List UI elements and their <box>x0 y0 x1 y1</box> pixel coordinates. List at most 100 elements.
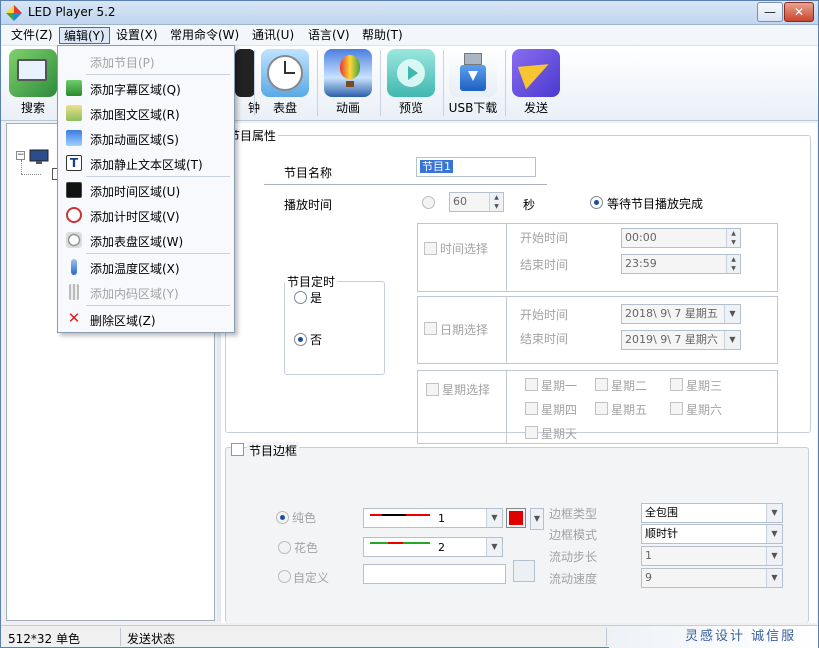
menu-edit[interactable]: 编辑(Y) <box>59 27 110 44</box>
weekday-checkbox[interactable] <box>595 378 608 391</box>
animation-icon <box>66 130 82 146</box>
flow-step-dropdown-arrow[interactable]: ▼ <box>766 547 782 565</box>
screen-size-status: 512*32 单色 <box>8 632 80 646</box>
search-tool-button[interactable]: 搜索 <box>5 48 61 118</box>
weekday-checkbox[interactable] <box>525 402 538 415</box>
wait-complete-radio[interactable] <box>590 196 603 209</box>
usb-download-tool-button[interactable]: USB下载 <box>445 48 501 118</box>
flow-step-select[interactable]: 1 ▼ <box>641 546 783 566</box>
weekday-label: 星期天 <box>541 427 578 441</box>
menu-item-add-static-text-area[interactable]: T 添加静止文本区域(T) <box>60 151 232 175</box>
end-time-label: 结束时间 <box>520 258 569 272</box>
menu-common-commands[interactable]: 常用命令(W) <box>166 27 243 44</box>
program-name-input[interactable]: 节目1 <box>416 157 536 177</box>
menu-item-delete-area[interactable]: ✕ 删除区域(Z) <box>60 307 232 331</box>
weekday-label: 星期二 <box>611 379 648 393</box>
search-label: 搜索 <box>20 101 45 115</box>
menu-settings[interactable]: 设置(X) <box>112 27 162 44</box>
weekday-checkbox[interactable] <box>525 378 538 391</box>
start-date-value: 2018\ 9\ 7 星期五 <box>625 307 718 320</box>
hot-air-balloon-icon <box>324 49 372 97</box>
border-color-dropdown-arrow[interactable]: ▼ <box>530 508 544 530</box>
menu-item-add-subtitle-area[interactable]: 添加字幕区域(Q) <box>60 76 232 100</box>
menu-item-label: 添加节目(P) <box>90 56 155 70</box>
menu-item-add-program[interactable]: 添加节目(P) <box>60 49 232 73</box>
border-mode-select[interactable]: 顺时针 ▼ <box>641 524 783 544</box>
menu-item-label: 添加时间区域(U) <box>90 185 181 199</box>
menu-item-add-time-area[interactable]: 添加时间区域(U) <box>60 178 232 202</box>
dial-label: 表盘 <box>272 101 297 115</box>
menu-item-add-code-area[interactable]: 添加内码区域(Y) <box>60 280 232 304</box>
weekday-label: 星期三 <box>686 379 723 393</box>
border-type-dropdown-arrow[interactable]: ▼ <box>766 504 782 522</box>
menu-file[interactable]: 文件(Z) <box>7 27 57 44</box>
pattern-border-label: 花色 <box>294 541 319 555</box>
start-time-spinner[interactable]: ▲ ▼ <box>726 229 740 247</box>
start-time-input[interactable]: 00:00 ▲ ▼ <box>621 228 741 248</box>
time-select-checkbox[interactable] <box>424 242 437 255</box>
flow-speed-dropdown-arrow[interactable]: ▼ <box>766 569 782 587</box>
pattern-border-radio[interactable] <box>278 541 291 554</box>
start-time-label: 开始时间 <box>520 231 569 245</box>
menu-item-add-temperature-area[interactable]: 添加温度区域(X) <box>60 255 232 279</box>
preview-tool-button[interactable]: 预览 <box>383 48 439 118</box>
weekday-label: 星期五 <box>611 403 648 417</box>
border-color-swatch[interactable] <box>506 508 526 528</box>
border-enable-checkbox[interactable] <box>231 443 244 456</box>
menu-item-label: 添加温度区域(X) <box>90 262 180 276</box>
end-date-picker[interactable]: 2019\ 9\ 7 星期六 ▼ <box>621 330 741 350</box>
menu-item-label: 添加计时区域(V) <box>90 210 180 224</box>
border-type-select[interactable]: 全包围 ▼ <box>641 503 783 523</box>
solid-border-radio[interactable] <box>276 511 289 524</box>
menu-communication[interactable]: 通讯(U) <box>248 27 298 44</box>
weekday-checkbox[interactable] <box>670 402 683 415</box>
wait-complete-label: 等待节目播放完成 <box>607 197 704 211</box>
custom-border-input[interactable] <box>363 564 506 584</box>
edit-menu-dropdown: 添加节目(P) 添加字幕区域(Q) 添加图文区域(R) 添加动画区域(S) T … <box>57 45 235 333</box>
tree-collapse-toggle[interactable]: − <box>16 151 25 160</box>
week-select-checkbox[interactable] <box>426 383 439 396</box>
play-seconds-spinner[interactable]: ▲ ▼ <box>489 193 503 211</box>
border-type-value: 全包围 <box>645 506 678 519</box>
pattern-border-dropdown-arrow[interactable]: ▼ <box>486 538 502 556</box>
border-mode-dropdown-arrow[interactable]: ▼ <box>766 525 782 543</box>
custom-border-browse-button[interactable] <box>513 560 535 582</box>
weekday-checkbox[interactable] <box>670 378 683 391</box>
schedule-no-radio[interactable] <box>294 333 307 346</box>
divider-line <box>264 184 547 185</box>
flow-speed-select[interactable]: 9 ▼ <box>641 568 783 588</box>
menu-item-label: 添加动画区域(S) <box>90 133 179 147</box>
menu-item-add-timer-area[interactable]: 添加计时区域(V) <box>60 203 232 227</box>
pattern-border-select[interactable]: 2 ▼ <box>363 537 503 557</box>
solid-border-dropdown-arrow[interactable]: ▼ <box>486 509 502 527</box>
solid-border-select[interactable]: 1 ▼ <box>363 508 503 528</box>
schedule-yes-label: 是 <box>310 291 323 305</box>
menu-item-add-animation-area[interactable]: 添加动画区域(S) <box>60 126 232 150</box>
date-select-checkbox[interactable] <box>424 322 437 335</box>
custom-border-radio[interactable] <box>278 570 291 583</box>
close-button[interactable]: ✕ <box>784 2 814 22</box>
animation-tool-button[interactable]: 动画 <box>320 48 376 118</box>
menu-item-add-dial-area[interactable]: 添加表盘区域(W) <box>60 228 232 252</box>
end-time-spinner[interactable]: ▲ ▼ <box>726 255 740 273</box>
dial-icon <box>66 232 82 248</box>
start-date-picker[interactable]: 2018\ 9\ 7 星期五 ▼ <box>621 304 741 324</box>
dial-tool-button[interactable]: 表盘 <box>257 48 313 118</box>
weekday-checkbox[interactable] <box>595 402 608 415</box>
menu-language[interactable]: 语言(V) <box>304 27 354 44</box>
send-tool-button[interactable]: 发送 <box>508 48 564 118</box>
minimize-button[interactable]: — <box>757 2 783 22</box>
play-time-radio[interactable] <box>422 196 435 209</box>
start-date-dropdown-arrow[interactable]: ▼ <box>724 305 740 323</box>
end-date-dropdown-arrow[interactable]: ▼ <box>724 331 740 349</box>
play-seconds-input[interactable]: 60 ▲ ▼ <box>449 192 504 212</box>
menu-item-label: 删除区域(Z) <box>90 314 156 328</box>
tree-connector-line <box>21 174 41 175</box>
menu-item-add-image-text-area[interactable]: 添加图文区域(R) <box>60 101 232 125</box>
digital-time-icon <box>66 182 82 198</box>
end-time-input[interactable]: 23:59 ▲ ▼ <box>621 254 741 274</box>
border-title: 节目边框 <box>247 442 300 459</box>
weekday-checkbox[interactable] <box>525 426 538 439</box>
schedule-yes-radio[interactable] <box>294 291 307 304</box>
menu-help[interactable]: 帮助(T) <box>358 27 407 44</box>
